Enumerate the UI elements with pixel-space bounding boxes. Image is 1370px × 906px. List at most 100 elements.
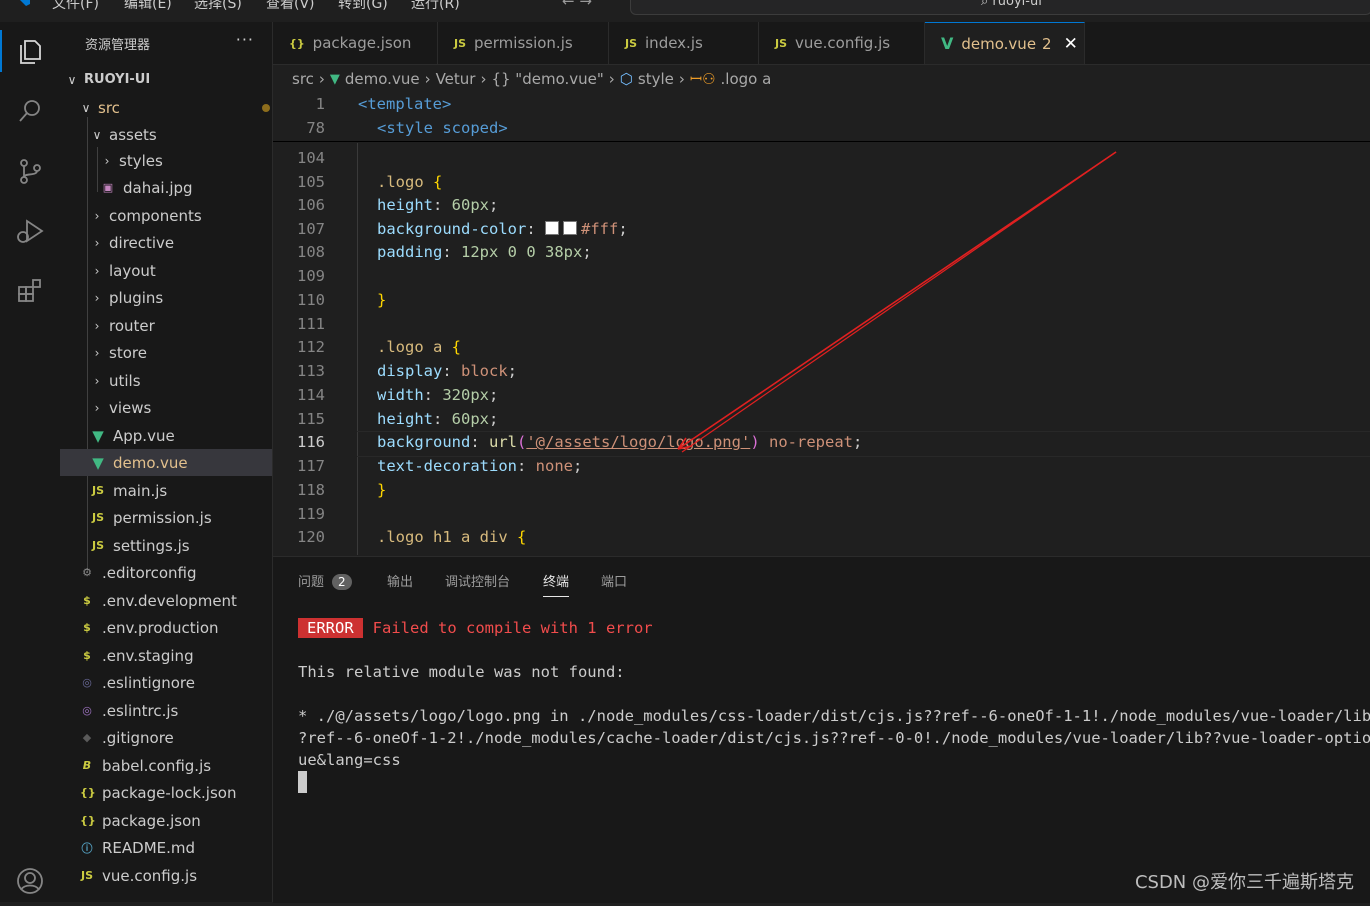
tree-item-label: router <box>109 316 155 335</box>
css-property: padding <box>377 243 443 261</box>
breadcrumb-item[interactable]: .logo a <box>721 70 772 88</box>
panel-tab-output[interactable]: 输出 <box>387 571 413 590</box>
tree-file-readme-md[interactable]: ⓘ README.md <box>60 834 272 861</box>
tree-file-env-development[interactable]: $ .env.development <box>60 587 272 614</box>
tree-file-editorconfig[interactable]: ⚙ .editorconfig <box>60 559 272 586</box>
tree-item-label: demo.vue <box>113 453 188 472</box>
tree-item-label: .gitignore <box>102 728 174 747</box>
account-icon[interactable] <box>0 856 60 906</box>
tree-folder-store[interactable]: › store <box>60 339 272 366</box>
chevron-right-icon: › <box>678 70 685 88</box>
tab-demo-vue[interactable]: V demo.vue 2 ✕ <box>925 22 1085 64</box>
tree-file-dahai-jpg[interactable]: ▣ dahai.jpg <box>60 174 272 201</box>
command-center-search[interactable]: ⌕ ruoyi-ui <box>630 0 1370 15</box>
tree-file-package-json[interactable]: {} package.json <box>60 807 272 834</box>
menu-go[interactable]: 转到(G) <box>338 0 388 13</box>
panel-tab-terminal[interactable]: 终端 <box>543 571 570 597</box>
menu-view[interactable]: 查看(V) <box>266 0 315 13</box>
tree-item-label: styles <box>119 151 163 170</box>
tree-folder-views[interactable]: › views <box>60 394 272 421</box>
code-editor[interactable]: 1 <template> 78 <style scoped> 104 105 1… <box>273 93 1370 555</box>
line-number: 110 <box>297 291 325 309</box>
sticky-code: <template> <box>358 95 452 113</box>
css-value: none <box>535 457 573 475</box>
tree-item-label: permission.js <box>113 508 212 527</box>
color-swatch-icon[interactable] <box>562 221 577 235</box>
chevron-right-icon: › <box>94 318 100 333</box>
breadcrumb-item[interactable]: style <box>638 70 674 88</box>
css-value: 60px <box>451 410 489 428</box>
js-file-icon: JS <box>625 36 638 50</box>
tree-file-babel-config-js[interactable]: B babel.config.js <box>60 752 272 779</box>
image-file-icon: ▣ <box>102 181 114 194</box>
sticky-code: <style scoped> <box>377 119 508 137</box>
more-actions-icon[interactable]: ··· <box>236 30 254 49</box>
tree-item-label: package.json <box>102 811 201 830</box>
tree-file-env-production[interactable]: $ .env.production <box>60 614 272 641</box>
tree-item-label: .env.staging <box>102 646 194 665</box>
tree-folder-styles[interactable]: › styles <box>60 147 272 174</box>
tree-folder-assets[interactable]: ∨ assets <box>60 121 272 148</box>
tree-item-label: main.js <box>113 481 168 500</box>
tab-vue-config-js[interactable]: JS vue.config.js <box>759 22 925 64</box>
tree-file-app-vue[interactable]: ▼ App.vue <box>60 422 272 449</box>
cube-icon: ⬡ <box>619 70 633 88</box>
tab-package-json[interactable]: {} package.json <box>273 22 438 64</box>
tree-file-permission-js[interactable]: JS permission.js <box>60 504 272 531</box>
breadcrumb-item[interactable]: src <box>292 70 314 88</box>
color-swatch-icon[interactable] <box>544 221 559 235</box>
close-icon[interactable]: ✕ <box>1064 34 1078 54</box>
menu-selection[interactable]: 选择(S) <box>194 0 242 13</box>
search-icon[interactable] <box>0 86 60 136</box>
explorer-icon[interactable] <box>0 26 60 76</box>
vue-file-icon: ▼ <box>92 453 104 472</box>
tree-file-eslintignore[interactable]: ◎ .eslintignore <box>60 669 272 696</box>
tree-file-env-staging[interactable]: $ .env.staging <box>60 642 272 669</box>
line-number: 119 <box>297 505 325 523</box>
tree-item-label: store <box>109 343 147 362</box>
panel-tab-problems[interactable]: 问题 2 <box>298 571 352 590</box>
js-file-icon: JS <box>80 869 93 882</box>
breadcrumb-item[interactable]: Vetur <box>436 70 476 88</box>
tree-folder-plugins[interactable]: › plugins <box>60 284 272 311</box>
tree-file-vue-config-js[interactable]: JS vue.config.js <box>60 862 272 889</box>
nav-back-forward-icon[interactable]: ← → <box>562 0 592 10</box>
tree-file-eslintrc-js[interactable]: ◎ .eslintrc.js <box>60 697 272 724</box>
workspace-root[interactable]: ∨ RUOYI-UI <box>60 66 272 93</box>
menu-run[interactable]: 运行(R) <box>411 0 460 13</box>
code-line: padding: 12px 0 0 38px; <box>377 243 592 261</box>
tree-folder-router[interactable]: › router <box>60 312 272 339</box>
extensions-icon[interactable] <box>0 266 60 316</box>
sticky-scroll-line[interactable]: 1 <template> <box>273 93 1370 117</box>
panel-tab-debug-console[interactable]: 调试控制台 <box>445 571 510 590</box>
breadcrumb-item[interactable]: demo.vue <box>345 70 420 88</box>
tree-file-demo-vue[interactable]: ▼ demo.vue 2 <box>60 449 272 476</box>
tab-permission-js[interactable]: JS permission.js <box>438 22 609 64</box>
panel-tab-ports[interactable]: 端口 <box>601 571 627 590</box>
tree-file-package-lock-json[interactable]: {} package-lock.json <box>60 779 272 806</box>
tree-folder-directive[interactable]: › directive <box>60 229 272 256</box>
explorer-title: 资源管理器 <box>85 38 151 53</box>
tree-item-label: directive <box>109 233 175 252</box>
css-selector: .logo a <box>377 338 443 356</box>
menu-edit[interactable]: 编辑(E) <box>124 0 172 13</box>
breadcrumb-item[interactable]: {} "demo.vue" <box>491 70 603 88</box>
code-line: display: block; <box>377 362 518 380</box>
tree-file-gitignore[interactable]: ◆ .gitignore <box>60 724 272 751</box>
tree-folder-src[interactable]: ∨ src <box>60 94 272 121</box>
run-debug-icon[interactable] <box>0 206 60 256</box>
tree-folder-layout[interactable]: › layout <box>60 257 272 284</box>
tree-file-main-js[interactable]: JS main.js <box>60 477 272 504</box>
source-control-icon[interactable] <box>0 146 60 196</box>
tree-folder-components[interactable]: › components <box>60 202 272 229</box>
chevron-right-icon: › <box>94 290 100 305</box>
tree-folder-utils[interactable]: › utils <box>60 367 272 394</box>
tab-index-js[interactable]: JS index.js <box>609 22 759 64</box>
watermark: CSDN @爱你三千遍斯塔克 <box>1134 872 1354 893</box>
menu-file[interactable]: 文件(F) <box>52 0 99 13</box>
tree-file-settings-js[interactable]: JS settings.js <box>60 532 272 559</box>
activity-bar <box>0 22 61 902</box>
sticky-scroll-line[interactable]: 78 <style scoped> <box>273 117 1370 142</box>
css-url-string[interactable]: '@/assets/logo/logo.png' <box>526 433 750 451</box>
line-number: 111 <box>297 315 325 333</box>
